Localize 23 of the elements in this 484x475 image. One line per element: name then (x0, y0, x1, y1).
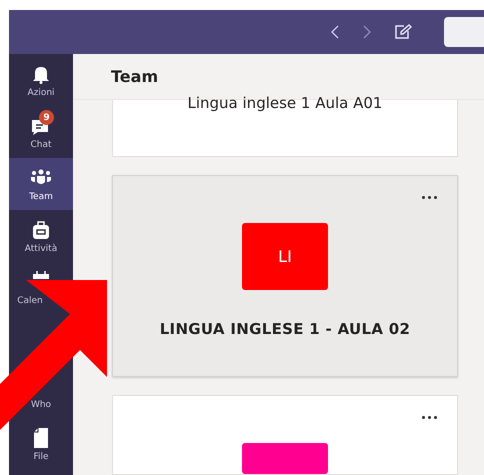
compose-icon[interactable] (394, 24, 412, 40)
team-card[interactable]: LI LINGUA INGLESE 1 - AULA 02 (112, 175, 458, 377)
sidebar-item[interactable]: Chat (30, 140, 52, 150)
more-options-icon[interactable] (420, 414, 439, 421)
more-options-icon[interactable] (420, 194, 439, 201)
file-icon (32, 426, 50, 448)
sidebar-item[interactable]: Calen (17, 296, 43, 306)
bag-icon (32, 220, 50, 240)
search-field[interactable] (444, 17, 484, 47)
unread-count-badge: 9 (39, 110, 54, 125)
sidebar-item[interactable]: Team (29, 192, 53, 202)
back-icon[interactable] (330, 25, 340, 39)
sidebar-item[interactable]: Attività (24, 244, 58, 254)
team-icon (29, 168, 53, 186)
team-name: LINGUA INGLESE 1 - AULA 02 (160, 320, 410, 338)
calendar-icon (32, 270, 50, 278)
page-title: Team (111, 67, 158, 86)
sidebar-item[interactable]: Azioni (27, 88, 55, 98)
team-avatar: LI (242, 223, 328, 290)
team-card[interactable] (112, 395, 458, 475)
sidebar-item[interactable]: Who (30, 400, 52, 410)
sidebar-item[interactable]: File (33, 452, 49, 462)
forward-icon[interactable] (362, 25, 372, 39)
